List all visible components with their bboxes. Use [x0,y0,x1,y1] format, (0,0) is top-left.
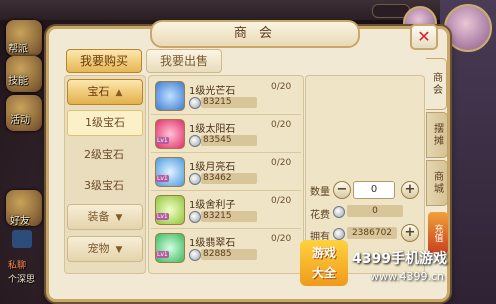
event-label: 活动 [10,115,30,126]
category-equipment-label: 装备 [87,210,110,223]
jade-stone-icon [155,233,185,263]
cost-label: 花费 [310,210,330,221]
quantity-label: 数量 [310,187,330,198]
item-price: 83462 [203,173,232,183]
light-stone-icon [155,81,185,111]
decrease-button[interactable]: − [333,181,351,199]
watermark-url: www.4399.cn [370,270,444,283]
chevron-up-icon: ▲ [115,88,123,98]
watermark-logo-line1: 游戏 [311,246,336,260]
list-item[interactable]: Lv1 1级舍利子 0/20 83215 [151,192,301,229]
category-gem-level-1[interactable]: 1级宝石 [67,110,143,136]
item-count: 0/20 [271,234,292,244]
site-watermark: 游戏 大全 4399手机游戏 www.4399.cn [300,240,494,300]
tab-mall[interactable]: 商城 [426,160,448,206]
category-gems-label: 宝石 [87,85,110,98]
chat-icon[interactable] [12,230,32,248]
silver-coin-icon [189,135,201,147]
plus-icon: + [404,225,416,240]
watermark-logo-line2: 大全 [311,266,336,280]
silver-coin-icon [189,97,201,109]
category-gem-level-2[interactable]: 2级宝石 [67,143,141,167]
item-name: 1级太阳石 [189,124,236,135]
list-item[interactable]: Lv1 1级月亮石 0/20 83462 [151,154,301,191]
item-name: 1级舍利子 [189,200,236,211]
chevron-down-icon: ▼ [115,245,123,255]
item-count: 0/20 [271,82,292,92]
tab-buy[interactable]: 我要购买 [66,49,142,73]
chat-message: 个深思 [8,275,36,285]
item-price: 82885 [203,249,232,259]
chat-channel: 私聊 [8,261,27,271]
list-item[interactable]: 1级光芒石 0/20 83215 [151,78,301,115]
dialog-title: 商 会 [150,20,360,48]
tab-market[interactable]: 商会 [426,58,447,110]
plus-icon: + [404,182,416,197]
watermark-brand: 4399手机游戏 [352,251,447,267]
item-list: 1级光芒石 0/20 83215 Lv1 1级太阳石 0/20 83545 Lv… [148,75,304,274]
item-count: 0/20 [271,120,292,130]
skill-label: 技能 [8,76,28,87]
moon-stone-icon [155,157,185,187]
silver-coin-icon [189,249,201,261]
item-count: 0/20 [271,158,292,168]
item-name: 1级月亮石 [189,162,236,173]
silver-coin-icon [189,211,201,223]
list-item[interactable]: Lv1 1级翡翠石 0/20 82885 [151,230,301,266]
silver-coin-icon [333,228,345,240]
category-gem-level-3[interactable]: 3级宝石 [67,174,141,198]
category-gems[interactable]: 宝石 ▲ [67,79,143,105]
item-price: 83215 [203,211,232,221]
sun-stone-icon [155,119,185,149]
category-pets-label: 宠物 [87,242,110,255]
minus-icon: − [336,182,348,197]
close-icon: ✕ [417,27,431,46]
category-pets[interactable]: 宠物 ▼ [67,236,143,262]
item-price: 83215 [203,97,232,107]
silver-coin-icon [189,173,201,185]
level-tag: Lv1 [156,213,169,220]
relic-icon [155,195,185,225]
tab-stall[interactable]: 摆摊 [426,112,448,158]
own-value: 2386702 [347,227,397,239]
level-tag: Lv1 [156,175,169,182]
level-tag: Lv1 [156,251,169,258]
friend-label: 好友 [10,216,30,227]
player-portrait[interactable] [444,4,492,52]
silver-coin-icon [333,206,345,218]
item-name: 1级翡翠石 [189,238,236,249]
watermark-logo: 游戏 大全 [300,240,348,286]
item-count: 0/20 [271,196,292,206]
item-name: 1级光芒石 [189,86,236,97]
level-tag: Lv1 [156,137,169,144]
chevron-down-icon: ▼ [115,213,123,223]
cost-value: 0 [347,205,403,217]
close-button[interactable]: ✕ [410,24,438,50]
guild-label: 帮派 [8,44,28,55]
increase-button[interactable]: + [401,181,419,199]
quantity-input[interactable]: 0 [353,181,395,199]
list-item[interactable]: Lv1 1级太阳石 0/20 83545 [151,116,301,153]
category-equipment[interactable]: 装备 ▼ [67,204,143,230]
item-price: 83545 [203,135,232,145]
tab-sell[interactable]: 我要出售 [146,49,222,73]
